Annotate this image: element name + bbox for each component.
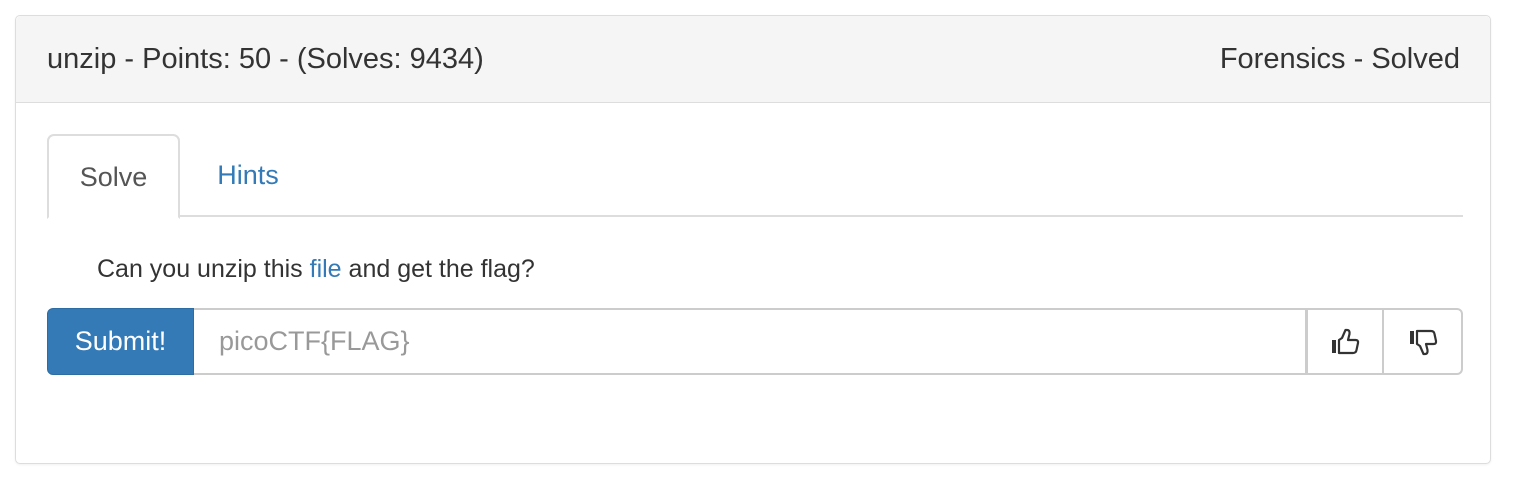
- flag-input[interactable]: [194, 308, 1307, 375]
- downvote-button[interactable]: [1384, 308, 1463, 375]
- description-text-before: Can you unzip this: [97, 255, 310, 283]
- flag-submit-group: Submit!: [47, 308, 1463, 375]
- submit-button[interactable]: Submit!: [47, 308, 194, 375]
- challenge-title: unzip - Points: 50 - (Solves: 9434): [47, 43, 484, 75]
- file-link[interactable]: file: [310, 255, 342, 283]
- upvote-button[interactable]: [1305, 308, 1384, 375]
- tab-solve[interactable]: Solve: [47, 134, 180, 219]
- thumbs-down-icon: [1408, 328, 1438, 356]
- thumbs-up-icon: [1330, 328, 1360, 356]
- challenge-panel: unzip - Points: 50 - (Solves: 9434) Fore…: [15, 15, 1491, 464]
- tab-hints[interactable]: Hints: [182, 134, 314, 217]
- challenge-tabs: Solve Hints: [47, 134, 1463, 219]
- challenge-description: Can you unzip this file and get the flag…: [97, 253, 535, 285]
- challenge-header: unzip - Points: 50 - (Solves: 9434) Fore…: [16, 16, 1490, 103]
- challenge-category-status: Forensics - Solved: [1219, 43, 1460, 75]
- description-text-after: and get the flag?: [341, 255, 535, 283]
